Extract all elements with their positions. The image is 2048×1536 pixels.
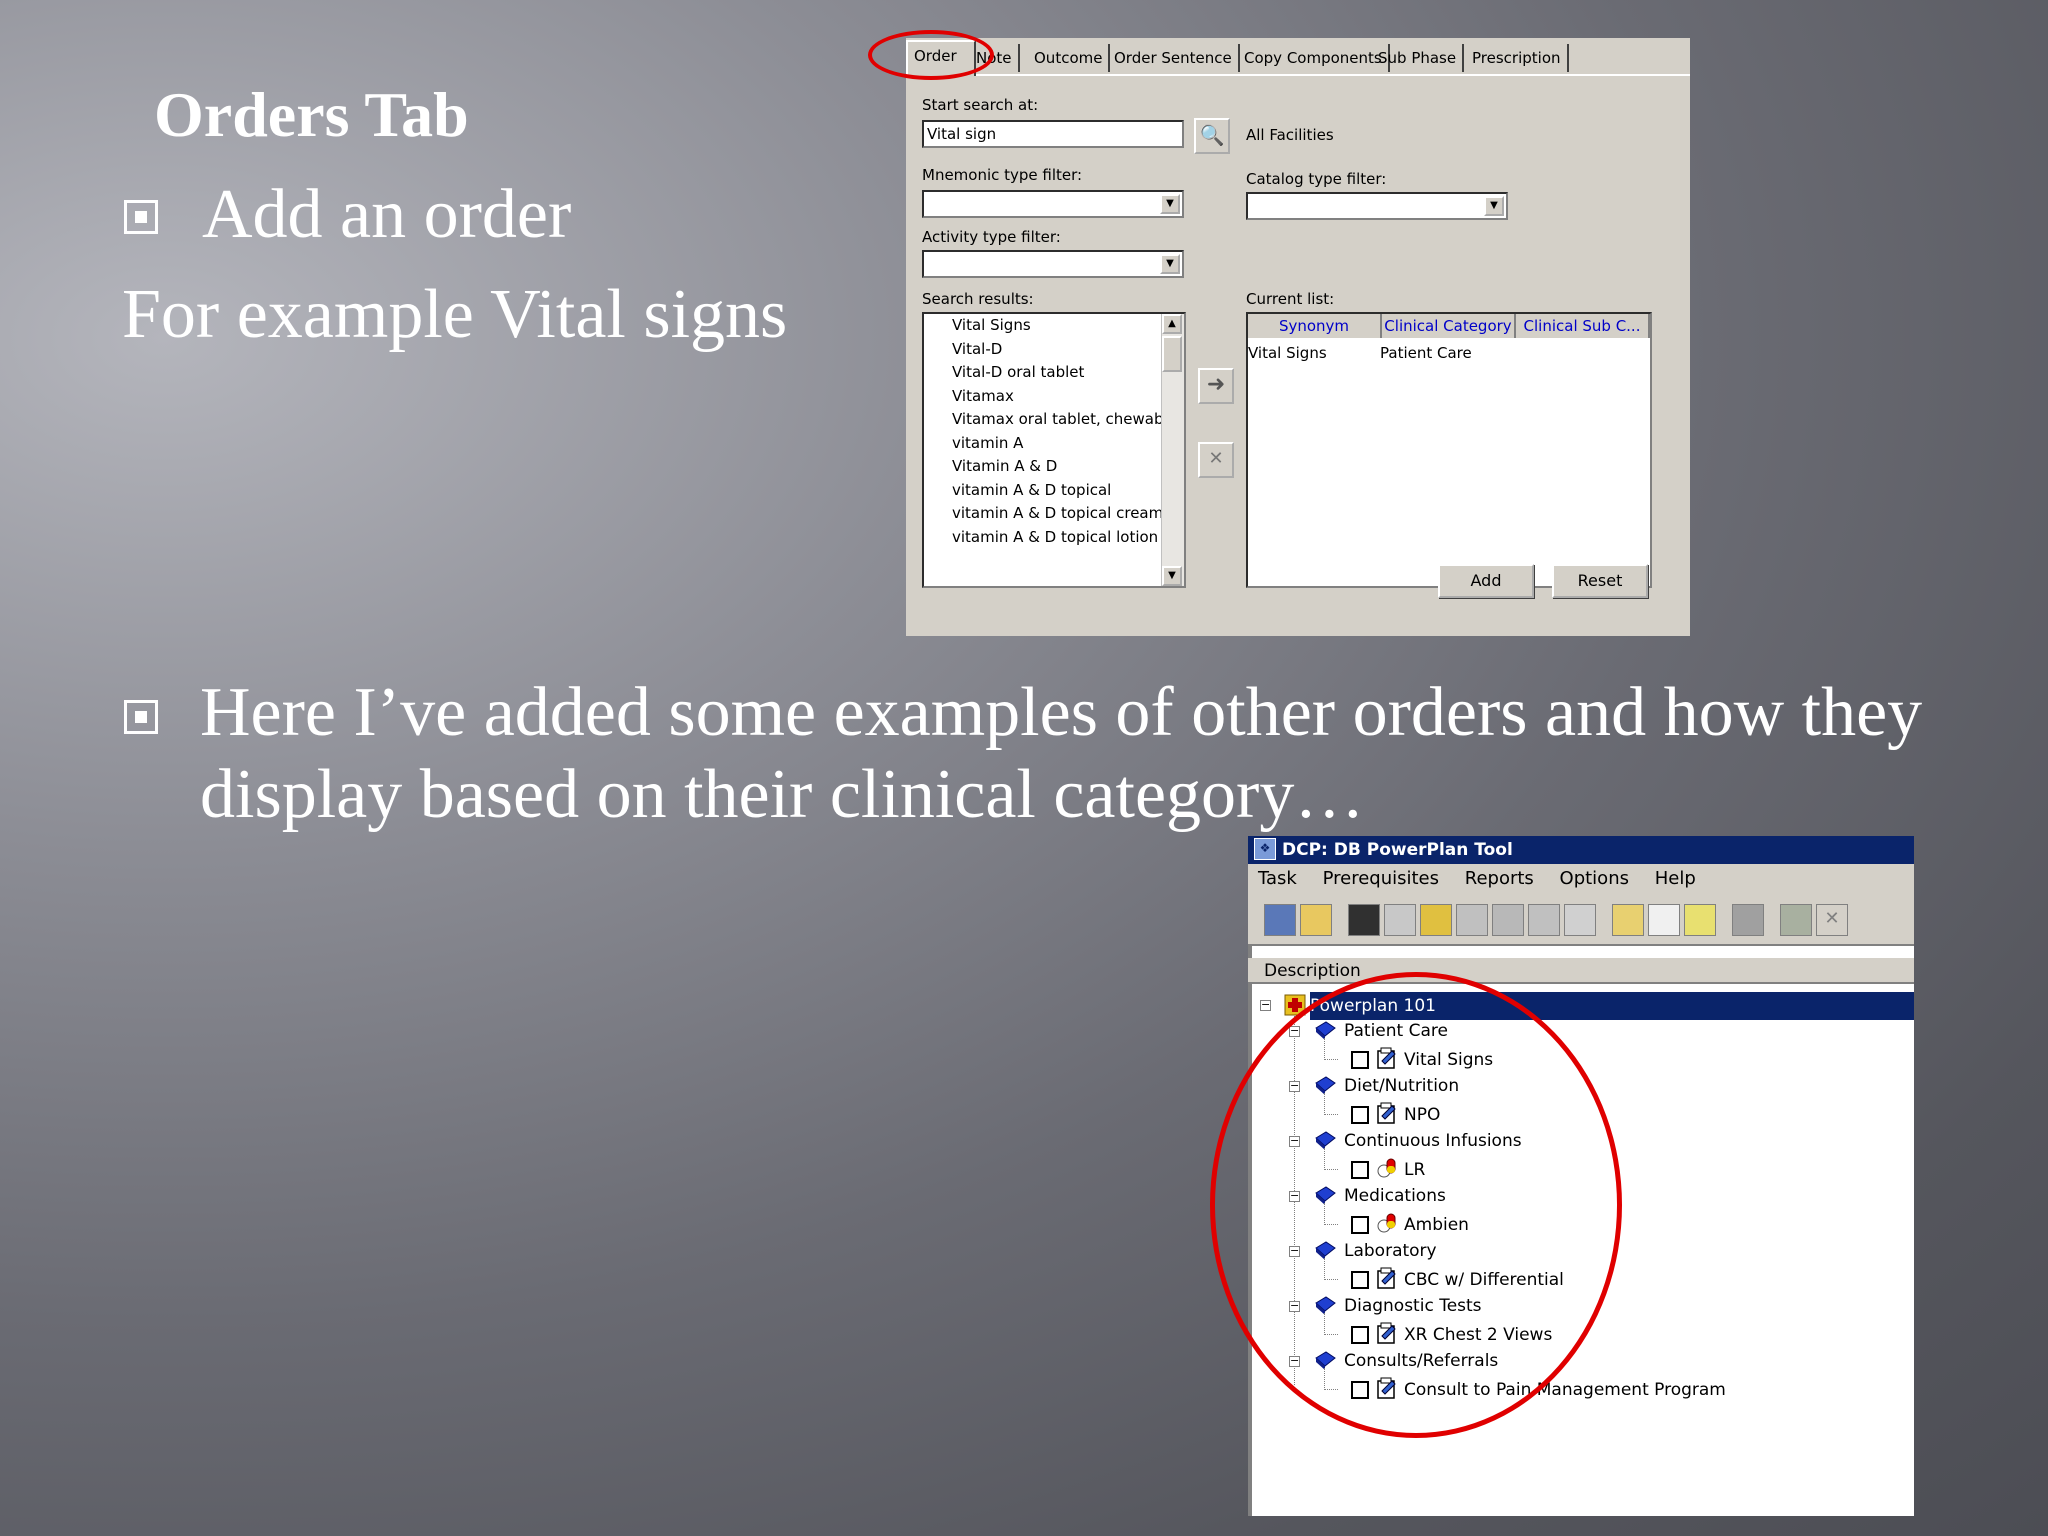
bullet-examples-text: Here I’ve added some examples of other o… xyxy=(200,674,1923,833)
chevron-down-icon: ▼ xyxy=(1484,196,1504,216)
bullet-add-order: Add an order xyxy=(124,175,571,255)
move-right-button[interactable]: ➜ xyxy=(1198,368,1234,404)
description-column-header[interactable]: Description xyxy=(1248,958,1914,984)
scroll-up-button[interactable]: ▲ xyxy=(1162,314,1182,334)
list-item[interactable]: Vital-D xyxy=(924,338,1184,362)
scroll-down-button[interactable]: ▼ xyxy=(1162,566,1182,586)
menu-prerequisites[interactable]: Prerequisites xyxy=(1323,868,1439,889)
documents-icon[interactable] xyxy=(1564,904,1596,936)
add-button[interactable]: Add xyxy=(1438,564,1534,598)
menu-reports[interactable]: Reports xyxy=(1465,868,1534,889)
tab-order-sentence[interactable]: Order Sentence xyxy=(1108,44,1240,72)
collapse-toggle[interactable]: − xyxy=(1260,999,1271,1011)
bullet-examples: Here I’ve added some examples of other o… xyxy=(124,672,1984,836)
list-item[interactable]: Vitamax oral tablet, chewable xyxy=(924,408,1184,432)
report-icon[interactable] xyxy=(1612,904,1644,936)
bullet-square-icon xyxy=(124,700,158,734)
arrow-right-icon: ➜ xyxy=(1206,372,1226,397)
list-item[interactable]: Vital Signs xyxy=(924,314,1184,338)
tab-outcome[interactable]: Outcome xyxy=(1028,44,1111,72)
highlight-circle-order-tab xyxy=(868,30,994,80)
menu-task[interactable]: Task xyxy=(1258,868,1297,889)
column-header-clinical-subcategory[interactable]: Clinical Sub C... xyxy=(1516,314,1650,338)
window-title-bar[interactable]: ❖ DCP: DB PowerPlan Tool xyxy=(1248,836,1914,864)
chevron-down-icon: ▼ xyxy=(1160,194,1180,214)
print-preview-icon[interactable] xyxy=(1528,904,1560,936)
list-item[interactable]: vitamin A & D topical lotion xyxy=(924,526,1184,550)
book-icon[interactable] xyxy=(1264,904,1296,936)
window-title: DCP: DB PowerPlan Tool xyxy=(1282,840,1513,860)
current-list-grid[interactable]: Synonym Clinical Category Clinical Sub C… xyxy=(1246,312,1652,588)
tab-prescription[interactable]: Prescription xyxy=(1466,44,1569,72)
scroll-thumb[interactable] xyxy=(1162,336,1182,372)
catalog-filter-select[interactable]: ▼ xyxy=(1246,192,1508,220)
toolbar: ✕ xyxy=(1248,894,1914,946)
list-item[interactable]: Vital-D oral tablet xyxy=(924,361,1184,385)
highlight-circle-tree xyxy=(1210,972,1622,1438)
close-icon: ✕ xyxy=(1208,448,1224,469)
bullet-add-order-text: Add an order xyxy=(202,176,572,253)
tab-sub-phase[interactable]: Sub Phase xyxy=(1372,44,1465,72)
page-icon[interactable] xyxy=(1648,904,1680,936)
export-icon[interactable] xyxy=(1456,904,1488,936)
print-icon[interactable] xyxy=(1492,904,1524,936)
chevron-down-icon: ▼ xyxy=(1160,254,1180,274)
folder-open-icon[interactable] xyxy=(1300,904,1332,936)
tools-icon[interactable] xyxy=(1732,904,1764,936)
copy-icon[interactable] xyxy=(1384,904,1416,936)
catalog-filter-label: Catalog type filter: xyxy=(1246,170,1387,188)
results-scrollbar[interactable]: ▲ ▼ xyxy=(1161,314,1184,586)
list-item[interactable]: vitamin A xyxy=(924,432,1184,456)
magic-wand-icon[interactable] xyxy=(1420,904,1452,936)
column-header-clinical-category[interactable]: Clinical Category xyxy=(1382,314,1516,338)
binoculars-icon: 🔍 xyxy=(1199,123,1225,147)
column-header-synonym[interactable]: Synonym xyxy=(1248,314,1382,338)
row-synonym[interactable]: Vital Signs xyxy=(1248,344,1327,362)
orders-dialog: Order Note Outcome Order Sentence Copy C… xyxy=(906,38,1690,636)
edit-grid-icon[interactable] xyxy=(1780,904,1812,936)
activity-filter-label: Activity type filter: xyxy=(922,228,1061,246)
save-icon[interactable] xyxy=(1348,904,1380,936)
start-search-label: Start search at: xyxy=(922,96,1039,114)
menu-help[interactable]: Help xyxy=(1655,868,1696,889)
menu-options[interactable]: Options xyxy=(1560,868,1629,889)
facilities-label: All Facilities xyxy=(1246,126,1334,144)
list-item[interactable]: vitamin A & D topical xyxy=(924,479,1184,503)
row-category[interactable]: Patient Care xyxy=(1380,344,1472,362)
slide-title: Orders Tab xyxy=(154,79,469,150)
reset-button[interactable]: Reset xyxy=(1552,564,1648,598)
search-results-list[interactable]: Vital Signs Vital-D Vital-D oral tablet … xyxy=(922,312,1186,588)
mnemonic-filter-label: Mnemonic type filter: xyxy=(922,166,1083,184)
list-item[interactable]: vitamin A & D topical cream xyxy=(924,502,1184,526)
menu-bar: Task Prerequisites Reports Options Help xyxy=(1248,864,1914,894)
activity-filter-select[interactable]: ▼ xyxy=(922,250,1184,278)
current-list-label: Current list: xyxy=(1246,290,1335,308)
tab-copy-components[interactable]: Copy Components xyxy=(1238,44,1390,72)
start-search-input[interactable]: Vital sign xyxy=(922,120,1184,148)
mnemonic-filter-select[interactable]: ▼ xyxy=(922,190,1184,218)
search-results-label: Search results: xyxy=(922,290,1034,308)
app-icon: ❖ xyxy=(1254,837,1276,860)
example-text: For example Vital signs xyxy=(122,276,788,353)
binoculars-search-button[interactable]: 🔍 xyxy=(1194,118,1230,154)
bullet-square-icon xyxy=(124,199,158,234)
close-icon[interactable]: ✕ xyxy=(1816,904,1848,936)
tab-strip: Order Note Outcome Order Sentence Copy C… xyxy=(906,38,1690,76)
remove-button[interactable]: ✕ xyxy=(1198,442,1234,478)
list-item[interactable]: Vitamax xyxy=(924,385,1184,409)
new-page-icon[interactable] xyxy=(1684,904,1716,936)
list-item[interactable]: Vitamin A & D xyxy=(924,455,1184,479)
